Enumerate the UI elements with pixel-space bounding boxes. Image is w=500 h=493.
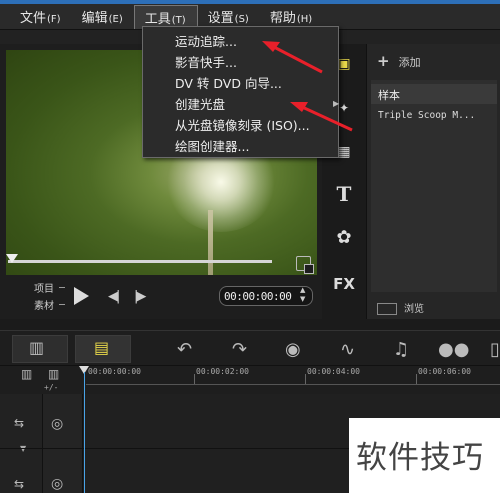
annotation-arrows	[262, 41, 353, 132]
annotation-arrow-1	[271, 44, 323, 74]
annotation-arrow-2	[299, 104, 353, 132]
